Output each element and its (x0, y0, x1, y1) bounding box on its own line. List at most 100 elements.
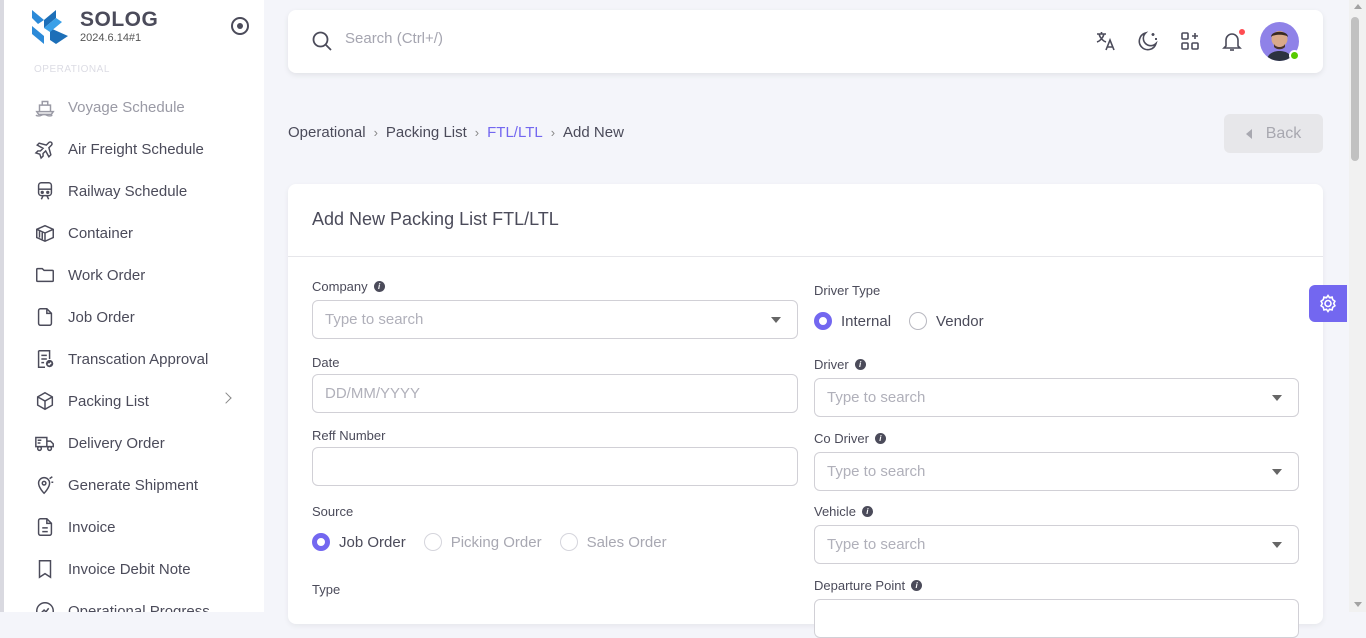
breadcrumb-current: Add New (563, 124, 624, 141)
driver-select[interactable]: Type to search (814, 378, 1299, 417)
sidebar-item-packing-list[interactable]: Packing List (4, 380, 264, 422)
ship-icon (35, 100, 55, 117)
driver-placeholder: Type to search (827, 389, 926, 406)
driver-type-radio-group: Internal Vendor (814, 312, 1002, 330)
apps-icon[interactable] (1178, 29, 1202, 53)
scroll-down-arrow-icon[interactable] (1354, 602, 1362, 607)
sidebar-item-label: Container (68, 224, 134, 242)
sidebar-nav: Voyage Schedule Air Freight Schedule Rai… (4, 86, 264, 612)
bookmark-icon (38, 560, 52, 579)
search-input[interactable] (345, 30, 745, 47)
sidebar-item-railway-schedule[interactable]: Railway Schedule (4, 170, 264, 212)
invoice-icon (37, 518, 53, 536)
sidebar-item-invoice-debit-note[interactable]: Invoice Debit Note (4, 548, 264, 590)
sidebar-item-transcation-approval[interactable]: Transcation Approval (4, 338, 264, 380)
scroll-up-arrow-icon[interactable] (1354, 4, 1362, 9)
sidebar-item-invoice[interactable]: Invoice (4, 506, 264, 548)
plane-icon (34, 141, 53, 160)
driver-type-label: Driver Type (814, 283, 881, 298)
date-field[interactable]: DD/MM/YYYY (312, 374, 798, 413)
truck-icon (35, 436, 54, 452)
sidebar-item-label: Operational Progress (68, 602, 210, 613)
online-status-indicator (1289, 50, 1300, 61)
scrollbar-thumb[interactable] (1351, 17, 1359, 161)
info-icon: i (861, 506, 873, 517)
train-icon (37, 182, 53, 200)
radio-label: Job Order (339, 533, 406, 551)
sidebar-item-job-order[interactable]: Job Order (4, 296, 264, 338)
caret-down-icon (771, 317, 781, 323)
search-icon[interactable] (310, 29, 334, 53)
company-label-text: Company (312, 279, 368, 294)
info-icon: i (373, 281, 385, 292)
vehicle-label: Vehicle i (814, 504, 873, 519)
translate-icon[interactable] (1094, 29, 1118, 53)
sidebar-section-label: OPERATIONAL (34, 64, 110, 75)
moon-icon[interactable] (1136, 29, 1160, 53)
sidebar-item-voyage-schedule[interactable]: Voyage Schedule (4, 86, 264, 128)
info-icon: i (874, 433, 886, 444)
breadcrumb-separator: › (550, 125, 556, 140)
breadcrumb-separator: › (474, 125, 480, 140)
gear-icon (1320, 294, 1336, 313)
radio-indicator (423, 533, 442, 551)
departure-point-select[interactable] (814, 599, 1299, 638)
progress-icon (36, 602, 54, 612)
driver-type-radio-internal[interactable]: Internal (814, 312, 891, 330)
breadcrumb-item[interactable]: Operational (288, 124, 366, 141)
folder-icon (36, 267, 54, 283)
vehicle-placeholder: Type to search (827, 536, 926, 553)
caret-down-icon (1272, 469, 1282, 475)
radio-label: Sales Order (586, 533, 667, 551)
radio-indicator (312, 533, 330, 551)
driver-type-radio-vendor[interactable]: Vendor (909, 312, 984, 330)
sidebar-collapse-toggle[interactable] (231, 17, 249, 35)
sidebar-item-generate-shipment[interactable]: Generate Shipment (4, 464, 264, 506)
sidebar: SOLOG 2024.6.14#1 OPERATIONAL Voyage Sch… (0, 0, 264, 612)
breadcrumb: Operational › Packing List › FTL/LTL › A… (288, 124, 624, 141)
driver-label-text: Driver (814, 357, 849, 372)
type-label: Type (312, 582, 341, 597)
vehicle-select[interactable]: Type to search (814, 525, 1299, 564)
divider (288, 256, 1323, 257)
company-placeholder: Type to search (325, 311, 424, 328)
back-button[interactable]: Back (1224, 114, 1323, 153)
breadcrumb-item[interactable]: FTL/LTL (487, 124, 543, 141)
sidebar-item-work-order[interactable]: Work Order (4, 254, 264, 296)
breadcrumb-item[interactable]: Packing List (386, 124, 467, 141)
app-name: SOLOG (80, 8, 159, 31)
theme-settings-button[interactable] (1309, 285, 1347, 322)
radio-label: Picking Order (450, 533, 542, 551)
chevron-right-icon (220, 392, 232, 404)
sidebar-item-label: Generate Shipment (68, 476, 199, 494)
source-radio-job-order[interactable]: Job Order (312, 533, 406, 551)
receipt-check-icon (37, 350, 54, 368)
sidebar-item-container[interactable]: Container (4, 212, 264, 254)
reff-number-input[interactable] (312, 447, 798, 486)
source-radio-sales-order[interactable]: Sales Order (559, 533, 667, 551)
breadcrumb-separator: › (373, 125, 378, 140)
sidebar-item-operational-progress[interactable]: Operational Progress (4, 590, 264, 612)
file-icon (37, 308, 53, 326)
info-icon: i (911, 580, 923, 591)
co-driver-placeholder: Type to search (827, 463, 926, 480)
box-icon (36, 391, 54, 411)
notification-badge (1238, 28, 1246, 36)
sidebar-item-label: Delivery Order (68, 434, 165, 452)
sidebar-item-label: Voyage Schedule (68, 98, 185, 116)
source-radio-picking-order[interactable]: Picking Order (423, 533, 542, 551)
radio-indicator (814, 312, 832, 330)
top-navbar (288, 10, 1323, 73)
co-driver-select[interactable]: Type to search (814, 452, 1299, 491)
sidebar-item-label: Packing List (68, 392, 149, 410)
app-logo[interactable]: SOLOG 2024.6.14#1 (28, 6, 158, 46)
sidebar-item-air-freight-schedule[interactable]: Air Freight Schedule (4, 128, 264, 170)
caret-left-icon (1245, 128, 1252, 139)
company-select[interactable]: Type to search (312, 300, 798, 339)
caret-down-icon (1272, 395, 1282, 401)
date-label: Date (312, 355, 340, 370)
sidebar-item-label: Railway Schedule (68, 182, 188, 200)
source-radio-group: Job Order Picking Order Sales Order (312, 533, 685, 551)
sidebar-item-delivery-order[interactable]: Delivery Order (4, 422, 264, 464)
co-driver-label: Co Driver i (814, 431, 886, 446)
